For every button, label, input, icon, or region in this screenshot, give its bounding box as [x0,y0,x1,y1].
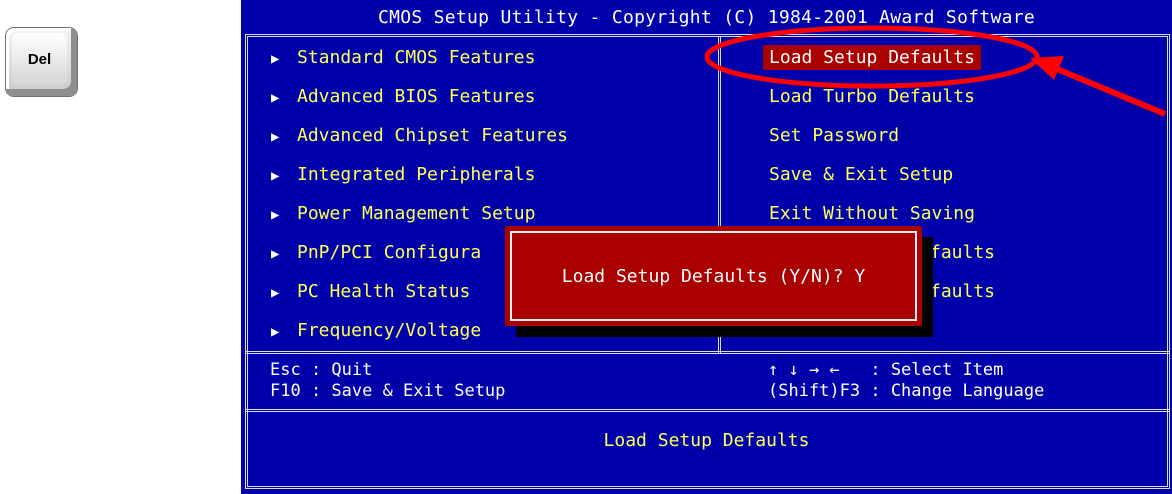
bios-title: CMOS Setup Utility - Copyright (C) 1984-… [377,6,1036,28]
help-divider [245,409,1170,412]
menu-item-standard-cmos[interactable]: ▶ Standard CMOS Features [271,38,568,77]
menu-arrow-icon: ▶ [271,129,280,145]
menu-item-load-turbo-defaults[interactable]: Load Turbo Defaults [769,77,995,116]
menu-item-set-password[interactable]: Set Password [769,116,995,155]
status-f10: F10 : Save & Exit Setup [270,381,506,401]
menu-arrow-icon: ▶ [271,207,280,223]
status-divider [245,351,1170,354]
status-esc: Esc : Quit [270,360,373,380]
status-keys-right: ↑ ↓ → ← : Select Item (Shift)F3 : Change … [768,360,1044,402]
menu-arrow-icon: ▶ [271,285,280,301]
confirm-dialog[interactable]: Load Setup Defaults (Y/N)? Y [505,226,922,326]
menu-arrow-icon: ▶ [271,90,280,106]
menu-arrow-icon: ▶ [271,324,280,340]
menu-arrow-icon: ▶ [271,51,280,67]
status-select-item: ↑ ↓ → ← : Select Item [768,360,1004,380]
del-key-label: Del [12,33,67,85]
menu-item-save-exit[interactable]: Save & Exit Setup [769,155,995,194]
menu-arrow-icon: ▶ [271,168,280,184]
help-text: Load Setup Defaults [603,430,810,451]
dialog-prompt[interactable]: Load Setup Defaults (Y/N)? Y [510,231,917,321]
menu-item-load-setup-defaults[interactable]: Load Setup Defaults [763,38,995,77]
bios-screen: CMOS Setup Utility - Copyright (C) 1984-… [241,0,1172,494]
menu-item-advanced-chipset[interactable]: ▶ Advanced Chipset Features [271,116,568,155]
menu-arrow-icon: ▶ [271,246,280,262]
del-key-icon: Del [6,28,77,96]
status-change-language: (Shift)F3 : Change Language [768,381,1045,401]
menu-item-integrated-peripherals[interactable]: ▶ Integrated Peripherals [271,155,568,194]
menu-item-advanced-bios[interactable]: ▶ Advanced BIOS Features [271,77,568,116]
status-keys-left: Esc : Quit F10 : Save & Exit Setup [270,360,505,402]
